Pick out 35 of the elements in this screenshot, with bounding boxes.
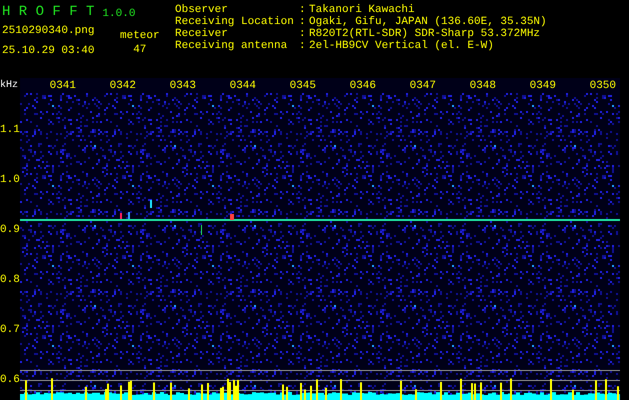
separator: :: [299, 28, 307, 40]
station-label: Receiving Location: [175, 16, 295, 28]
frequency-tick: 1.1: [0, 124, 20, 136]
date-time: 25.10.29 03:40: [2, 45, 96, 57]
file-name: 2510290340.png: [2, 25, 96, 37]
station-label: Receiving antenna: [175, 40, 288, 52]
meteor-count: 47: [133, 44, 146, 56]
separator: :: [299, 4, 307, 16]
app-name: H R O F F T: [2, 4, 94, 20]
station-label: Observer: [175, 4, 229, 16]
frequency-tick: 0.9: [0, 224, 20, 236]
unit-label: kHz: [0, 78, 18, 93]
station-label: Receiver: [175, 28, 229, 40]
frequency-tick: 0.6: [0, 374, 20, 386]
separator: :: [299, 40, 307, 52]
time-tick: 0344: [230, 80, 256, 93]
station-value: R820T2(RTL-SDR) SDR-Sharp 53.372MHz: [309, 28, 540, 40]
app-version: 1.0.0: [102, 8, 136, 20]
time-tick: 0348: [470, 80, 496, 93]
frequency-tick: 0.8: [0, 274, 20, 286]
time-tick: 0346: [350, 80, 376, 93]
time-tick: 0343: [170, 80, 196, 93]
station-value: 2el-HB9CV Vertical (el. E-W): [309, 40, 494, 52]
time-tick: 0350: [590, 80, 616, 93]
meteor-label: meteor: [120, 30, 160, 42]
time-tick: 0345: [290, 80, 316, 93]
station-value: Takanori Kawachi: [309, 4, 415, 16]
time-tick: 0349: [530, 80, 556, 93]
time-tick: 0341: [50, 80, 76, 93]
station-value: Ogaki, Gifu, JAPAN (136.60E, 35.35N): [309, 16, 547, 28]
separator: :: [299, 16, 307, 28]
frequency-tick: 1.0: [0, 174, 20, 186]
time-tick: 0342: [110, 80, 136, 93]
time-tick: 0347: [410, 80, 436, 93]
frequency-tick: 0.7: [0, 324, 20, 336]
